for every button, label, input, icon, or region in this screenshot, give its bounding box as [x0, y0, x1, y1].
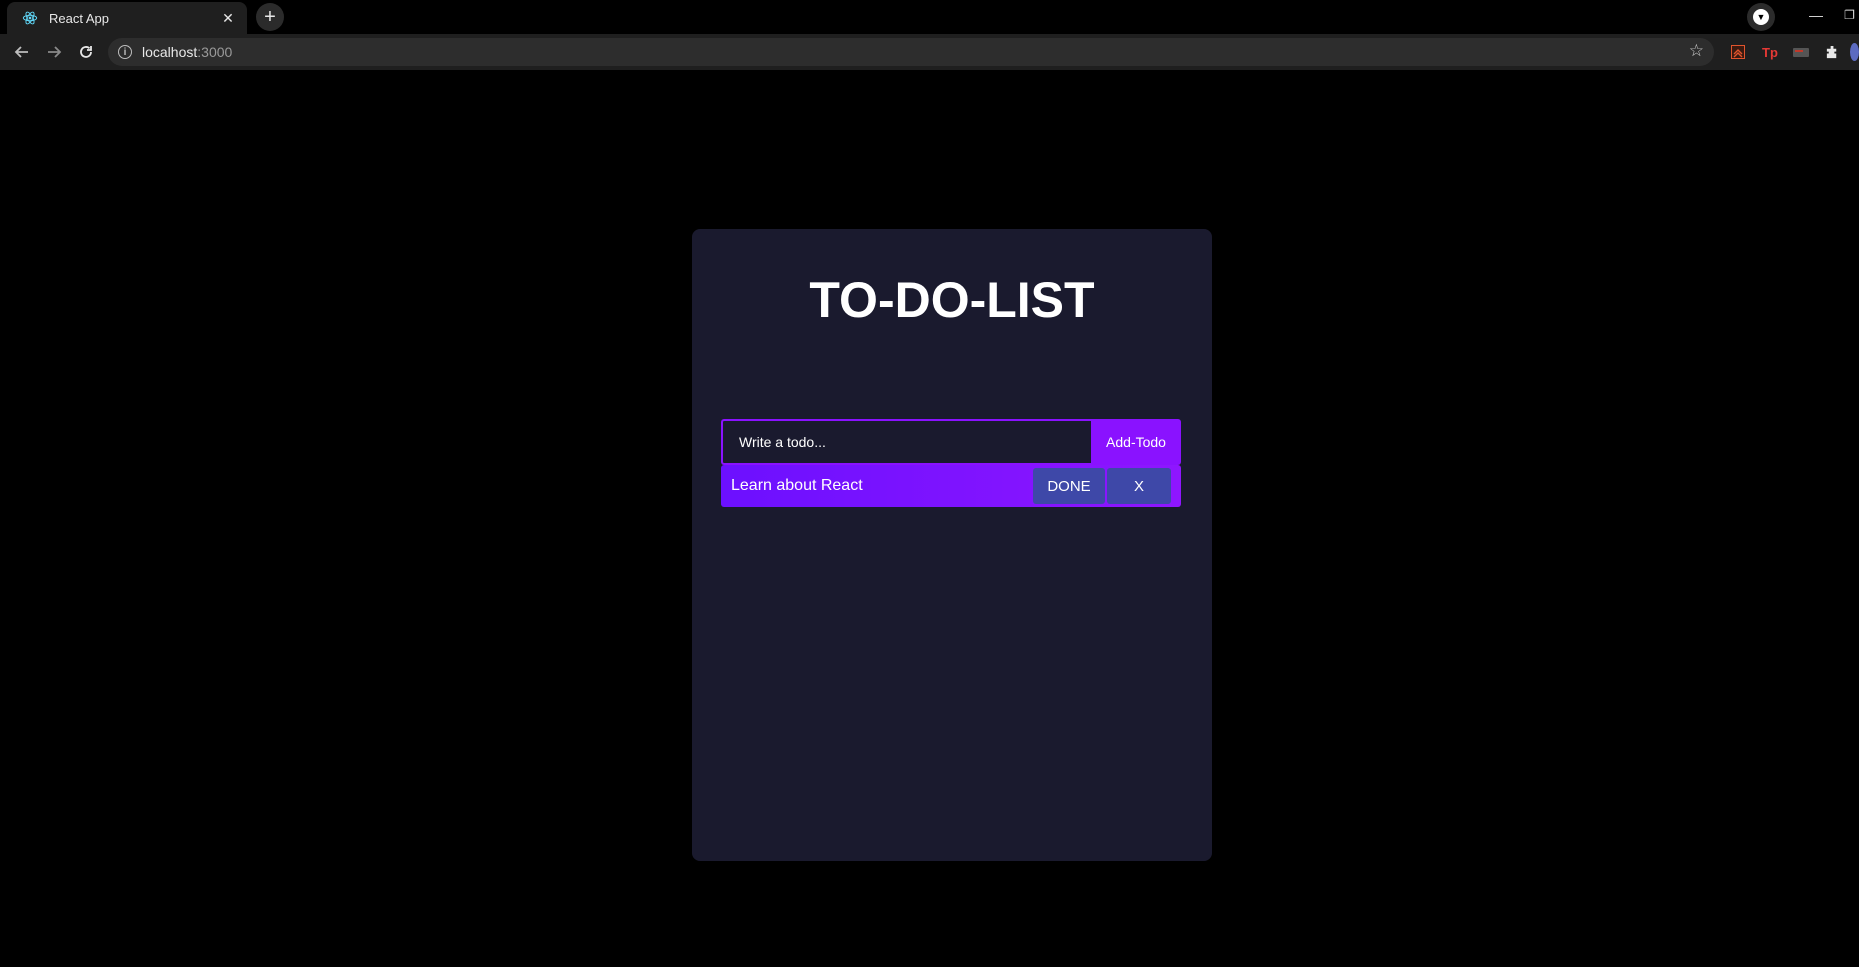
- browser-tab[interactable]: React App ✕: [7, 2, 247, 34]
- reload-icon[interactable]: [72, 38, 100, 66]
- profile-avatar-icon[interactable]: [1850, 42, 1859, 62]
- url-host: localhost: [142, 44, 198, 60]
- extension-icon[interactable]: [1728, 42, 1748, 62]
- add-todo-button[interactable]: Add-Todo: [1091, 419, 1181, 465]
- todo-form: Add-Todo: [721, 419, 1181, 465]
- delete-button[interactable]: X: [1107, 468, 1171, 504]
- close-icon[interactable]: ✕: [219, 9, 237, 27]
- browser-toolbar: i localhost:3000 ☆ Tp: [0, 34, 1859, 70]
- puzzle-extensions-icon[interactable]: [1822, 42, 1842, 62]
- url-port: :3000: [197, 44, 233, 60]
- address-bar[interactable]: i localhost:3000 ☆: [108, 38, 1714, 66]
- site-info-icon[interactable]: i: [118, 45, 132, 59]
- forward-arrow-icon[interactable]: [40, 38, 68, 66]
- todo-item: Learn about React DONE X: [721, 465, 1181, 507]
- react-logo-icon: [21, 9, 39, 27]
- bookmark-star-icon[interactable]: ☆: [1689, 41, 1704, 61]
- new-tab-button[interactable]: +: [256, 3, 284, 31]
- extension-icon[interactable]: Tp: [1760, 42, 1780, 62]
- done-button[interactable]: DONE: [1033, 468, 1105, 504]
- minimize-window-button[interactable]: —: [1793, 0, 1839, 30]
- page-title: TO-DO-LIST: [809, 272, 1095, 328]
- todo-input[interactable]: [721, 419, 1091, 465]
- profile-button[interactable]: ▼: [1747, 3, 1775, 31]
- chevron-down-icon: ▼: [1753, 9, 1769, 25]
- restore-window-button[interactable]: ❐: [1840, 0, 1859, 30]
- todo-text: Learn about React: [731, 477, 863, 494]
- back-arrow-icon[interactable]: [8, 38, 36, 66]
- browser-tab-strip: React App ✕ + ▼ — ❐: [0, 0, 1859, 34]
- extension-icon[interactable]: [1791, 42, 1811, 62]
- tab-title: React App: [49, 10, 109, 26]
- todo-card: TO-DO-LIST Add-Todo Learn about React DO…: [692, 229, 1212, 861]
